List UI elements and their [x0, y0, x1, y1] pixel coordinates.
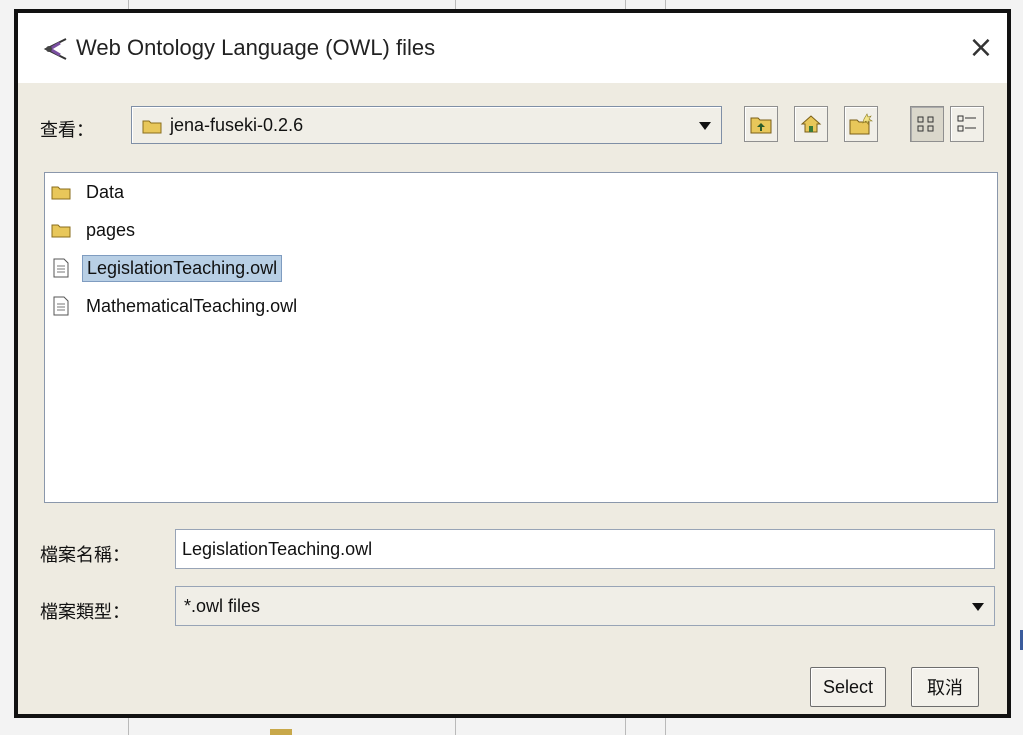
look-in-value: jena-fuseki-0.2.6: [170, 115, 304, 135]
list-view-button[interactable]: [910, 106, 944, 142]
title-bar: Web Ontology Language (OWL) files ×: [18, 13, 1007, 83]
file-name-label: 檔案名稱：: [40, 545, 130, 566]
folder-icon: [50, 219, 72, 241]
home-icon: [800, 115, 822, 133]
new-folder-icon: [849, 113, 873, 135]
select-button[interactable]: Select: [810, 667, 886, 707]
document-icon: [50, 295, 72, 317]
folder-icon: [50, 181, 72, 203]
close-button[interactable]: ×: [965, 30, 997, 65]
list-view-icon: [917, 116, 934, 132]
list-item-label: pages: [86, 219, 136, 240]
list-item-label: MathematicalTeaching.owl: [86, 295, 298, 316]
look-in-combobox[interactable]: jena-fuseki-0.2.6: [131, 106, 722, 144]
file-chooser-dialog: Web Ontology Language (OWL) files × 查看： …: [14, 9, 1011, 718]
list-item-file-mathematical[interactable]: MathematicalTeaching.owl: [48, 290, 301, 322]
file-type-value: *.owl files: [184, 596, 261, 616]
up-folder-button[interactable]: [744, 106, 778, 142]
home-button[interactable]: [794, 106, 828, 142]
file-name-field[interactable]: [175, 529, 995, 569]
details-view-button[interactable]: [950, 106, 984, 142]
details-view-icon: [957, 115, 976, 132]
list-item-folder-pages[interactable]: pages: [48, 214, 139, 246]
cancel-button[interactable]: 取消: [911, 667, 979, 707]
document-icon: [50, 257, 72, 279]
protege-logo-icon: [43, 38, 67, 60]
list-item-file-legislation[interactable]: LegislationTeaching.owl: [48, 252, 283, 284]
dialog-title: Web Ontology Language (OWL) files: [76, 35, 436, 60]
background-folder-icon: [270, 729, 292, 735]
look-in-label: 查看：: [40, 120, 94, 141]
list-item-label: Data: [86, 181, 125, 202]
folder-icon: [142, 120, 162, 134]
list-item-folder-data[interactable]: Data: [48, 176, 128, 208]
new-folder-button[interactable]: [844, 106, 878, 142]
file-type-label: 檔案類型：: [40, 602, 130, 623]
file-type-combobox[interactable]: *.owl files: [175, 586, 995, 626]
file-list[interactable]: Data pages LegislationTeaching.owl Mathe…: [44, 172, 998, 503]
up-folder-icon: [750, 117, 772, 134]
chevron-down-icon[interactable]: [972, 603, 984, 611]
chevron-down-icon[interactable]: [699, 122, 711, 130]
list-item-label: LegislationTeaching.owl: [82, 254, 283, 282]
